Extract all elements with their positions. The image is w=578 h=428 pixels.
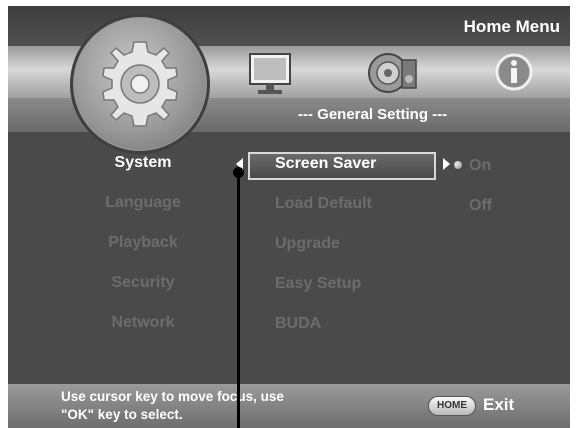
category-security[interactable]: Security (93, 274, 193, 314)
exit-label: Exit (483, 395, 515, 414)
radio-selected-icon (454, 161, 462, 169)
setting-screen-saver[interactable]: Screen Saver (248, 152, 438, 192)
right-arrow-icon (443, 158, 450, 170)
home-button[interactable]: HOME (428, 396, 476, 416)
monitor-icon[interactable] (246, 51, 296, 97)
setting-upgrade[interactable]: Upgrade (248, 232, 438, 272)
footer-bar: Use cursor key to move focus, use "OK" k… (8, 384, 570, 428)
option-off[interactable]: Off (469, 197, 492, 215)
speaker-icon[interactable] (366, 48, 420, 98)
info-icon[interactable] (494, 52, 534, 92)
category-playback[interactable]: Playback (93, 234, 193, 274)
help-hint-line-2: "OK" key to select. (61, 407, 183, 422)
section-title: --- General Setting --- (298, 106, 448, 123)
setting-load-default[interactable]: Load Default (248, 192, 438, 232)
category-language[interactable]: Language (93, 194, 193, 234)
setting-easy-setup[interactable]: Easy Setup (248, 272, 438, 312)
callout-pointer-line (237, 170, 240, 428)
help-hint: Use cursor key to move focus, use "OK" k… (61, 388, 284, 424)
gear-icon (102, 41, 178, 127)
category-network[interactable]: Network (93, 314, 193, 354)
category-list: System Language Playback Security Networ… (93, 154, 223, 354)
category-system[interactable]: System (93, 154, 193, 194)
help-hint-line-1: Use cursor key to move focus, use (61, 389, 284, 404)
header-bar: Home Menu --- General Setting --- (8, 6, 570, 154)
setting-list: Screen Saver Load Default Upgrade Easy S… (248, 152, 438, 352)
option-on[interactable]: On (469, 157, 491, 175)
page-title: Home Menu (463, 17, 560, 36)
home-menu-screen: Home Menu --- General Setting --- System… (8, 6, 570, 428)
tab-system[interactable] (70, 14, 210, 154)
setting-buda[interactable]: BUDA (248, 312, 438, 352)
